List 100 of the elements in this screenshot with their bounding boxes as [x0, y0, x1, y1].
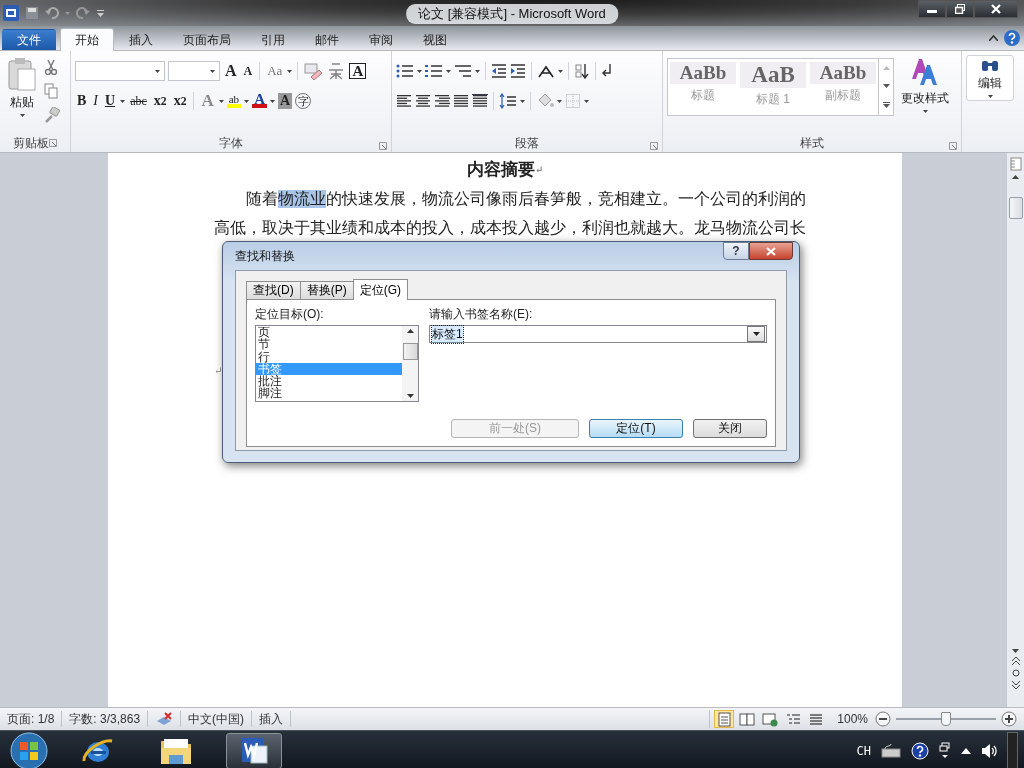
- change-case-button[interactable]: Aa: [265, 61, 285, 81]
- eraser-icon[interactable]: [303, 62, 324, 80]
- insert-mode-indicator[interactable]: 插入: [252, 711, 292, 727]
- caret-icon[interactable]: [155, 69, 160, 73]
- font-size-field[interactable]: [168, 61, 220, 81]
- caret-icon[interactable]: [520, 99, 525, 103]
- grow-font-button[interactable]: A: [223, 61, 239, 81]
- view-button[interactable]: [737, 710, 758, 728]
- justify-icon[interactable]: [453, 94, 469, 108]
- list-item[interactable]: 批注: [256, 375, 402, 388]
- italic-button[interactable]: I: [91, 91, 100, 111]
- character-border-button[interactable]: A: [349, 63, 367, 79]
- help-button[interactable]: ?: [723, 242, 749, 260]
- previous-page-icon[interactable]: [1011, 657, 1020, 665]
- next-page-icon[interactable]: [1011, 681, 1020, 689]
- zoom-out-icon[interactable]: [875, 711, 891, 727]
- close-button[interactable]: [974, 0, 1018, 18]
- list-item[interactable]: 节: [256, 338, 402, 351]
- caret-icon[interactable]: [446, 69, 451, 73]
- help-icon[interactable]: [911, 742, 929, 760]
- style-item[interactable]: AaBb 标题: [668, 59, 738, 115]
- bookmark-name-field[interactable]: 标签1: [429, 325, 767, 343]
- ribbon-tab[interactable]: 引用: [246, 29, 300, 50]
- scroll-down-icon[interactable]: [406, 394, 414, 398]
- numbering-icon[interactable]: [425, 64, 443, 78]
- underline-button[interactable]: U: [103, 91, 118, 111]
- caret-icon[interactable]: [218, 99, 224, 103]
- language-indicator[interactable]: 中文(中国): [181, 711, 253, 727]
- taskbar-app[interactable]: [226, 733, 282, 768]
- scroll-down-icon[interactable]: [882, 84, 890, 88]
- ribbon-tab[interactable]: 视图: [408, 29, 462, 50]
- scroll-thumb[interactable]: [1008, 197, 1023, 219]
- bold-button[interactable]: B: [75, 91, 89, 111]
- multilevel-list-icon[interactable]: [454, 64, 472, 78]
- caret-icon[interactable]: [557, 99, 562, 103]
- undo-icon[interactable]: [45, 6, 59, 20]
- shrink-font-button[interactable]: A: [241, 61, 255, 81]
- dialog-launcher-icon[interactable]: [379, 142, 387, 150]
- restore-button[interactable]: [946, 0, 974, 18]
- ribbon-tab[interactable]: 页面布局: [168, 29, 246, 50]
- caret-icon[interactable]: [19, 114, 25, 117]
- target-list[interactable]: 页 节 行 书签 批注 脚注: [255, 325, 419, 402]
- scroll-thumb[interactable]: [402, 343, 418, 360]
- ribbon-tab[interactable]: 开始: [60, 28, 114, 51]
- distributed-icon[interactable]: [472, 94, 488, 108]
- align-center-icon[interactable]: [415, 94, 431, 108]
- page-count[interactable]: 页面: 1/8: [0, 711, 63, 727]
- proofing-error-icon[interactable]: [155, 712, 174, 726]
- asian-layout-icon[interactable]: [537, 64, 555, 78]
- ribbon-tab[interactable]: 邮件: [300, 29, 354, 50]
- zoom-in-icon[interactable]: [1001, 711, 1017, 727]
- caret-icon[interactable]: [475, 69, 480, 73]
- ribbon-tab[interactable]: 文件: [2, 29, 56, 50]
- strikethrough-button[interactable]: abc: [128, 91, 149, 111]
- increase-indent-icon[interactable]: [510, 64, 526, 78]
- dialog-launcher-icon[interactable]: [49, 139, 57, 147]
- align-left-icon[interactable]: [396, 94, 412, 108]
- scroll-down-icon[interactable]: [1012, 649, 1019, 653]
- slider-thumb[interactable]: [941, 712, 951, 726]
- font-color-button[interactable]: A: [252, 94, 267, 108]
- more-styles-icon[interactable]: [882, 102, 890, 108]
- keyboard-icon[interactable]: [881, 744, 901, 758]
- dialog-button[interactable]: 定位(T): [589, 419, 683, 438]
- browse-object-icon[interactable]: [1011, 669, 1020, 677]
- style-item[interactable]: AaB 标题 1: [738, 59, 808, 115]
- character-shading-button[interactable]: A: [277, 93, 293, 109]
- caret-icon[interactable]: [210, 69, 215, 73]
- highlight-button[interactable]: ab: [226, 94, 242, 108]
- caret-icon[interactable]: [987, 95, 993, 98]
- app-logo-icon[interactable]: [3, 5, 19, 21]
- zoom-level[interactable]: 100%: [837, 712, 868, 726]
- dialog-launcher-icon[interactable]: [650, 142, 658, 150]
- save-icon[interactable]: [25, 6, 39, 20]
- scroll-up-icon[interactable]: [406, 329, 414, 333]
- caret-icon[interactable]: [558, 69, 563, 73]
- show-hidden-icons-icon[interactable]: [961, 748, 971, 754]
- change-styles-button[interactable]: 更改样式: [898, 55, 952, 134]
- show-desktop-button[interactable]: [1007, 732, 1018, 768]
- editing-button[interactable]: 编辑: [966, 55, 1014, 101]
- network-icon[interactable]: [939, 742, 951, 760]
- caret-icon[interactable]: [244, 99, 250, 103]
- speaker-icon[interactable]: [981, 743, 997, 759]
- scissors-icon[interactable]: [44, 59, 58, 75]
- list-item[interactable]: 页: [256, 326, 402, 339]
- scroll-up-icon[interactable]: [1012, 175, 1019, 179]
- caret-icon[interactable]: [584, 99, 589, 103]
- dropdown-arrow-icon[interactable]: [752, 332, 760, 336]
- list-item[interactable]: 行: [256, 350, 402, 363]
- sort-icon[interactable]: [574, 63, 590, 79]
- dialog-launcher-icon[interactable]: [949, 142, 957, 150]
- caret-icon[interactable]: [287, 69, 293, 73]
- caret-icon[interactable]: [417, 69, 422, 73]
- line-spacing-icon[interactable]: [499, 93, 517, 109]
- dialog-tab[interactable]: 替换(P): [299, 281, 354, 299]
- dialog-tab[interactable]: 定位(G): [352, 279, 408, 300]
- customize-toolbar-icon[interactable]: [96, 8, 105, 18]
- word-count[interactable]: 字数: 3/3,863: [62, 711, 149, 727]
- style-item[interactable]: AaBb 副标题: [808, 59, 878, 115]
- ribbon-tab[interactable]: 审阅: [354, 29, 408, 50]
- show-marks-icon[interactable]: [601, 63, 613, 79]
